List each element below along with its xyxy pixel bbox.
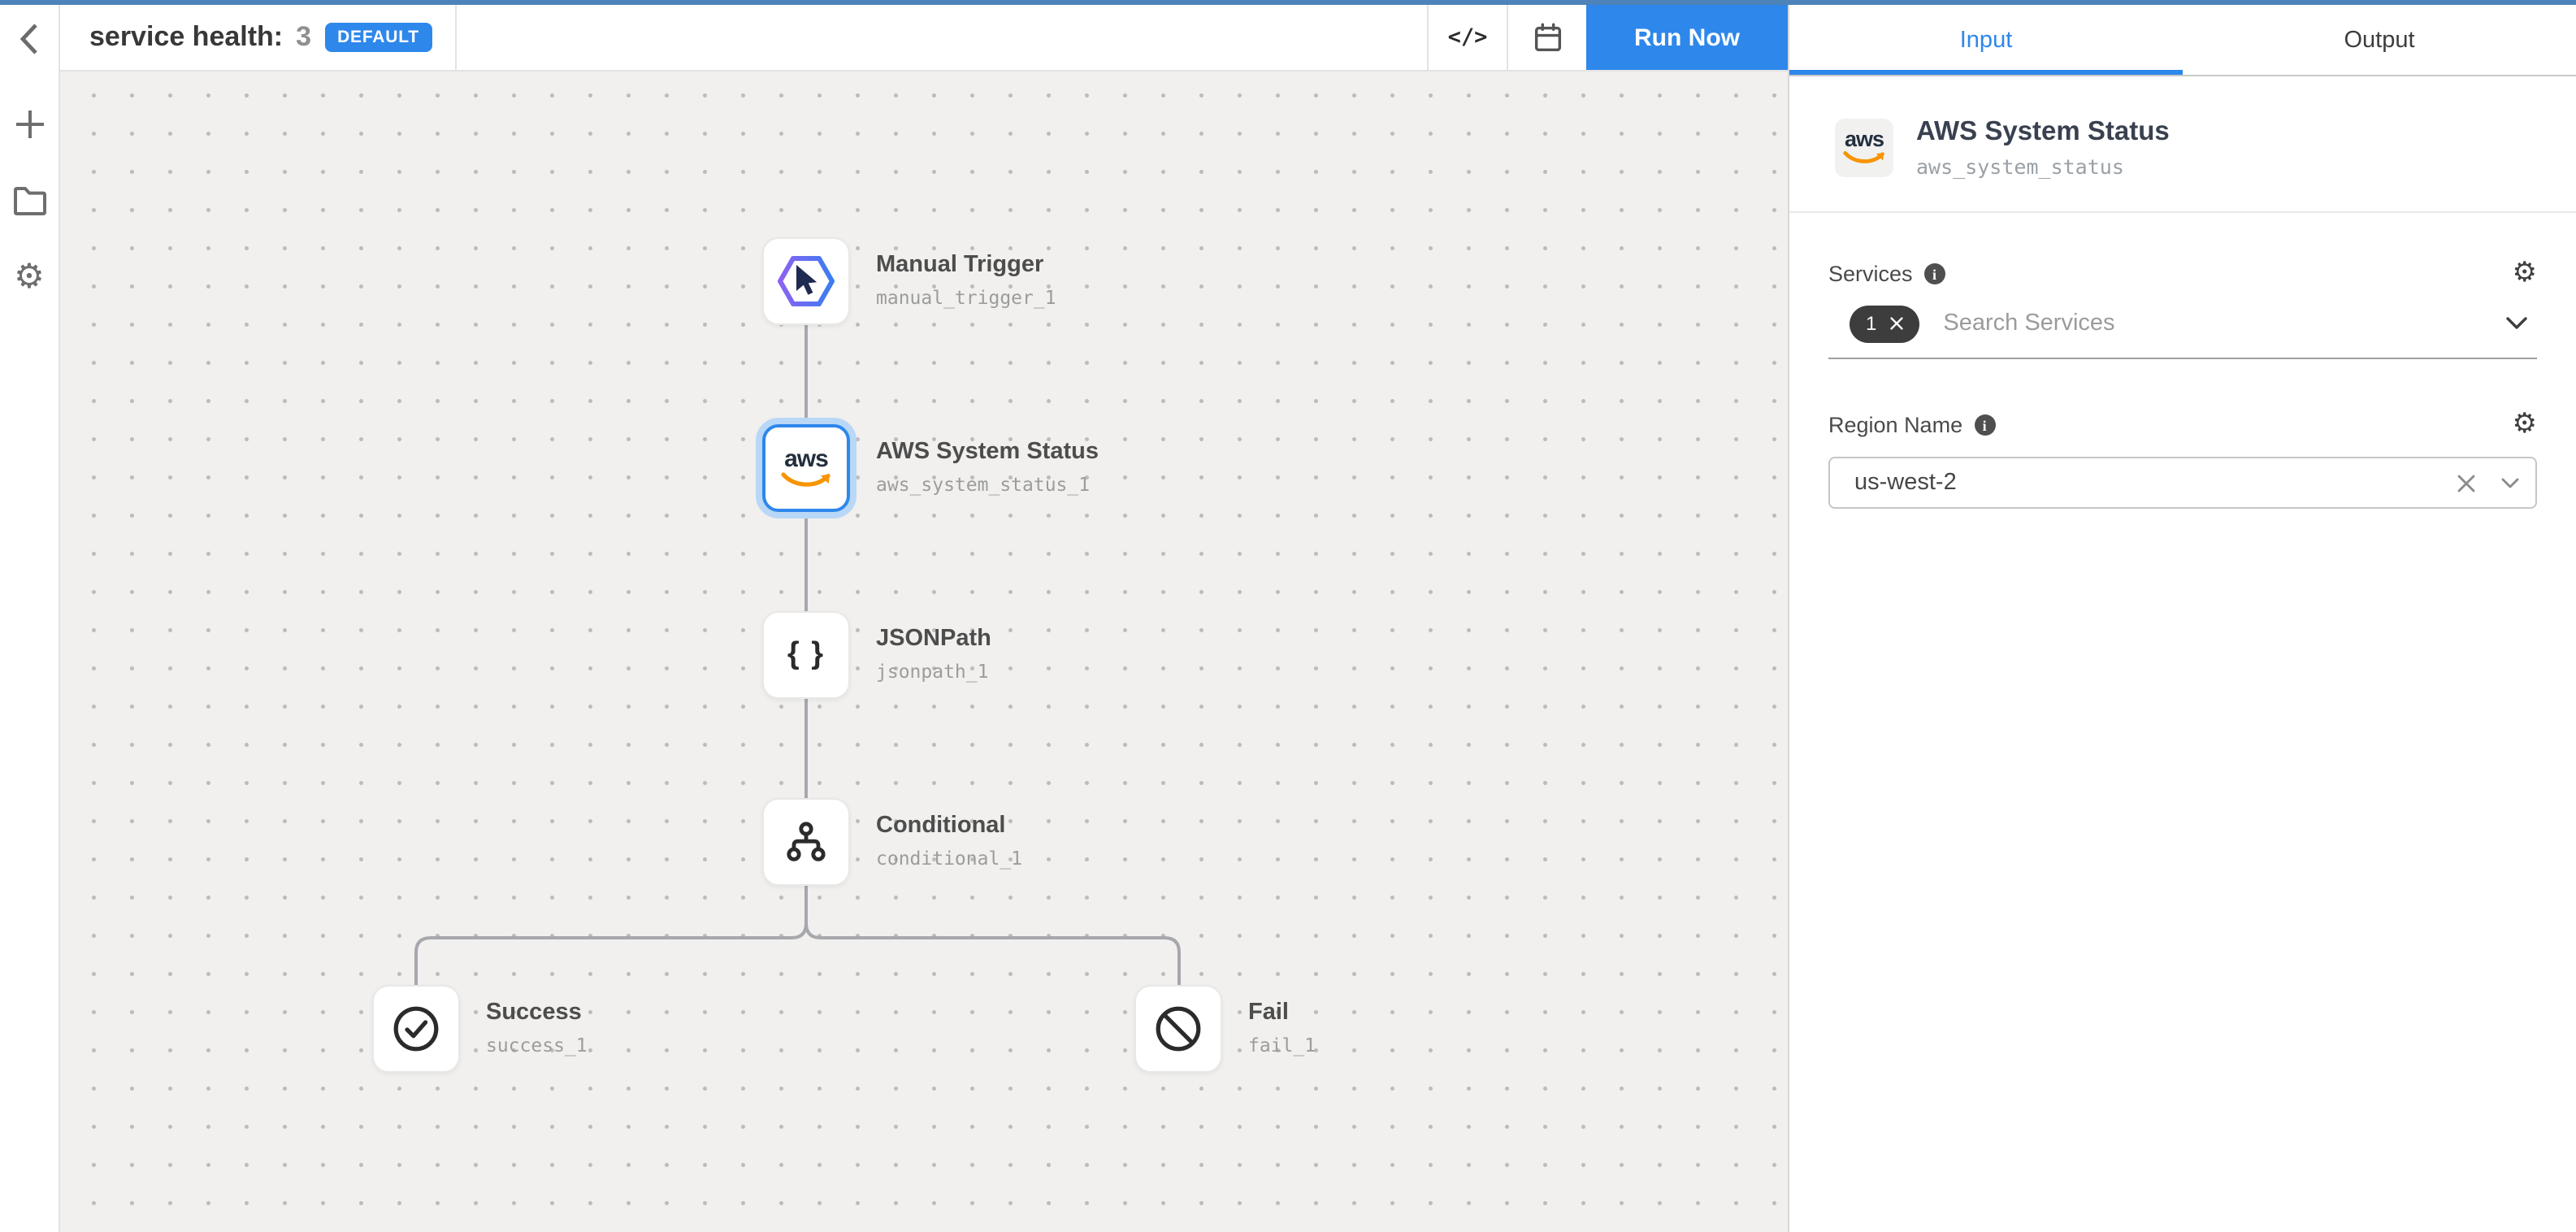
region-value[interactable]: us-west-2	[1854, 470, 2457, 496]
info-icon[interactable]: i	[1924, 263, 1945, 284]
node-labels: Conditional conditional_1	[876, 811, 1022, 870]
panel-fields: Services i ⚙ 1 Search Services Region Na…	[1789, 260, 2576, 509]
gear-icon[interactable]: ⚙	[2513, 411, 2538, 439]
node-labels: AWS System Status aws_system_status_1	[876, 437, 1099, 496]
node-conditional[interactable]: Conditional conditional_1	[762, 798, 850, 886]
manual-trigger-icon	[772, 247, 840, 315]
node-id: conditional_1	[876, 847, 1022, 870]
node-labels: JSONPath jsonpath_1	[876, 624, 991, 683]
node-config-panel: Input Output aws AWS System Status aws_s…	[1788, 5, 2576, 1232]
panel-header: aws AWS System Status aws_system_status	[1789, 76, 2576, 213]
run-now-button[interactable]: Run Now	[1586, 5, 1788, 70]
panel-node-title: AWS System Status	[1916, 115, 2170, 148]
node-labels: Manual Trigger manual_trigger_1	[876, 250, 1056, 309]
node-box	[1134, 985, 1222, 1073]
folder-button[interactable]	[11, 182, 47, 218]
aws-logo-icon: aws	[777, 447, 835, 489]
chevron-down-icon[interactable]	[2501, 477, 2519, 488]
node-id: fail_1	[1248, 1034, 1316, 1056]
workflow-run-number: 3	[296, 21, 311, 54]
gear-icon[interactable]: ⚙	[2513, 260, 2538, 288]
node-id: manual_trigger_1	[876, 286, 1056, 309]
aws-smile	[777, 471, 835, 491]
services-count-pill[interactable]: 1	[1850, 305, 1919, 342]
node-id: jsonpath_1	[876, 660, 991, 683]
code-icon: </>	[1448, 24, 1488, 50]
plus-icon	[14, 108, 45, 139]
node-box: aws	[762, 424, 850, 512]
workflow-canvas[interactable]: Manual Trigger manual_trigger_1 aws AWS …	[60, 72, 1788, 1232]
node-id: aws_system_status_1	[876, 473, 1099, 496]
calendar-icon	[1530, 20, 1564, 54]
node-title: AWS System Status	[876, 437, 1099, 468]
no-entry-icon	[1152, 1003, 1204, 1055]
rail-icon-group: ⚙	[11, 106, 47, 294]
region-combobox[interactable]: us-west-2	[1828, 457, 2537, 509]
node-title: Manual Trigger	[876, 250, 1056, 281]
node-labels: Fail fail_1	[1248, 998, 1316, 1056]
node-aws-system-status[interactable]: aws AWS System Status aws_system_status_…	[762, 424, 850, 512]
add-button[interactable]	[11, 106, 47, 141]
services-label: Services	[1828, 262, 1913, 286]
left-icon-rail: ⚙	[0, 5, 60, 1232]
services-label-row: Services i ⚙	[1828, 260, 2537, 288]
clear-tag-icon[interactable]	[1889, 317, 1902, 330]
services-count: 1	[1866, 312, 1876, 335]
node-title: Conditional	[876, 811, 1022, 842]
panel-node-id: aws_system_status	[1916, 154, 2170, 179]
node-box	[762, 798, 850, 886]
folder-icon	[12, 184, 46, 215]
node-title: Fail	[1248, 998, 1316, 1029]
edge-branch-right	[806, 923, 1179, 1029]
region-label-row: Region Name i ⚙	[1828, 411, 2537, 439]
info-icon[interactable]: i	[1974, 414, 1995, 436]
curly-braces-icon: { }	[787, 637, 825, 673]
clear-icon[interactable]	[2457, 474, 2475, 492]
branch-tree-icon	[780, 816, 832, 868]
node-title: JSONPath	[876, 624, 991, 655]
header: service health: 3 DEFAULT </> Run Now	[60, 5, 1788, 72]
header-spacer	[457, 5, 1427, 70]
node-box	[372, 985, 460, 1073]
settings-button[interactable]: ⚙	[11, 258, 47, 294]
back-chevron-icon	[20, 22, 39, 54]
tab-output[interactable]: Output	[2183, 5, 2576, 75]
node-id: success_1	[486, 1034, 588, 1056]
node-box	[762, 237, 850, 325]
default-badge: DEFAULT	[324, 23, 432, 52]
chevron-down-icon[interactable]	[2506, 309, 2527, 338]
run-now-label: Run Now	[1634, 24, 1740, 51]
gear-icon: ⚙	[14, 259, 45, 293]
services-placeholder: Search Services	[1943, 310, 2114, 336]
node-box: { }	[762, 611, 850, 699]
tab-input[interactable]: Input	[1789, 5, 2183, 75]
node-success[interactable]: Success success_1	[372, 985, 460, 1073]
aws-smile	[1840, 149, 1889, 167]
workflow-title-section: service health: 3 DEFAULT	[60, 5, 457, 70]
check-circle-icon	[390, 1003, 442, 1055]
node-title: Success	[486, 998, 588, 1029]
app-root: ⚙ service health: 3 DEFAULT </> Run Now	[0, 0, 2576, 1232]
panel-tabs: Input Output	[1789, 5, 2576, 76]
node-manual-trigger[interactable]: Manual Trigger manual_trigger_1	[762, 237, 850, 325]
edge-branch-left	[416, 923, 806, 1029]
schedule-button[interactable]	[1507, 5, 1586, 70]
code-view-button[interactable]: </>	[1427, 5, 1507, 70]
workflow-title: service health:	[89, 21, 283, 54]
back-button[interactable]	[0, 5, 59, 72]
node-labels: Success success_1	[486, 998, 588, 1056]
top-accent-bar	[0, 0, 2576, 5]
node-fail[interactable]: Fail fail_1	[1134, 985, 1222, 1073]
services-multiselect[interactable]: 1 Search Services	[1828, 289, 2537, 359]
panel-header-text: AWS System Status aws_system_status	[1916, 115, 2170, 179]
node-jsonpath[interactable]: { } JSONPath jsonpath_1	[762, 611, 850, 699]
aws-logo-icon: aws	[1835, 118, 1893, 176]
region-label: Region Name	[1828, 413, 1962, 437]
